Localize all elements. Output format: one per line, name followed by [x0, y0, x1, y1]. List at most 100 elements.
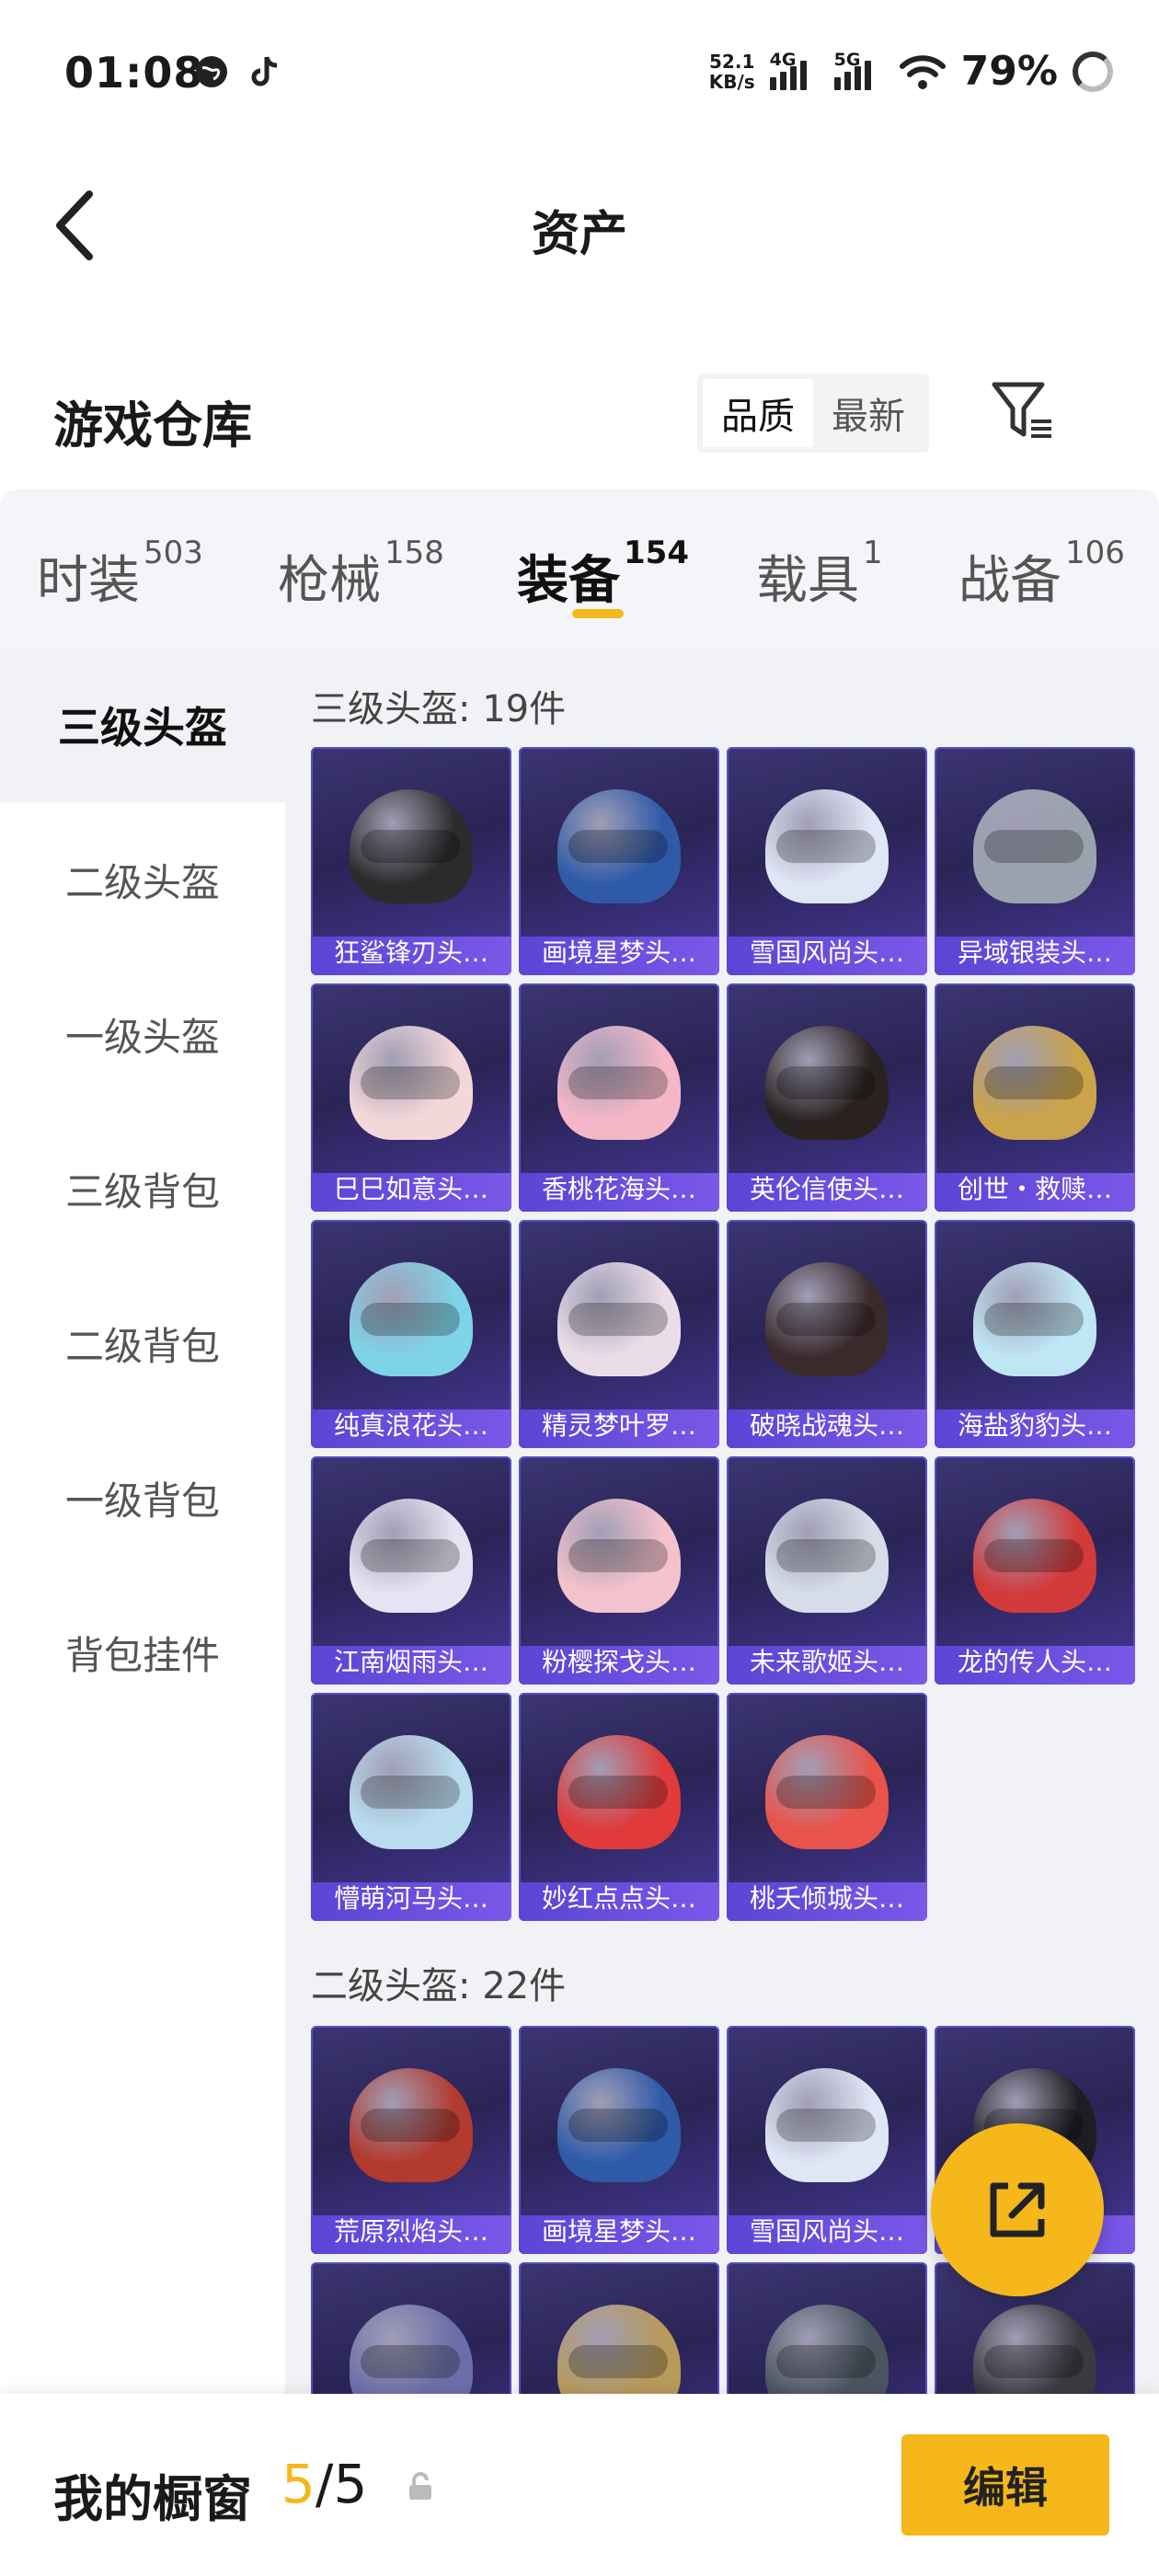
- lock-icon: [409, 2472, 431, 2500]
- tab-count: 154: [624, 535, 689, 572]
- net-speed: 52.1 KB/s: [709, 52, 755, 92]
- item-name: 香桃花海头…: [541, 1174, 696, 1204]
- item-card[interactable]: 画境星梦头…: [519, 747, 719, 975]
- edit-button[interactable]: 编辑: [901, 2434, 1109, 2536]
- category-tabs: 时装 503 枪械 158 装备 154 载具 1 战备 106: [0, 489, 1159, 648]
- item-name: 巳巳如意头…: [333, 1174, 488, 1204]
- item-name: 海盐豹豹头…: [957, 1410, 1112, 1441]
- helmet-image: [350, 1262, 473, 1376]
- section-title-level2-helmet: 二级头盔: 22件: [311, 1965, 567, 2007]
- item-card[interactable]: 巳巳如意头…: [311, 983, 511, 1212]
- tab-guns[interactable]: 枪械 158: [278, 535, 444, 614]
- helmet-visor: [361, 830, 460, 863]
- tab-count: 106: [1065, 535, 1125, 572]
- item-card[interactable]: 雪国风尚头…: [727, 747, 927, 975]
- item-card[interactable]: 未来歌姬头…: [727, 1456, 927, 1685]
- item-name: 异域银装头…: [957, 937, 1112, 968]
- section-title-level3-helmet: 三级头盔: 19件: [311, 688, 567, 730]
- item-card[interactable]: 桃夭倾城头…: [727, 1693, 927, 1921]
- helmet-visor: [361, 2345, 460, 2378]
- item-card[interactable]: 创世・救赎…: [935, 983, 1135, 1212]
- helmet-visor: [984, 1303, 1084, 1336]
- item-card[interactable]: 江南烟雨头…: [311, 1456, 511, 1685]
- sidebar-item-level1-helmet[interactable]: 一级头盔: [0, 957, 285, 1111]
- helmet-visor: [568, 1066, 668, 1099]
- tab-fashion[interactable]: 时装 503: [37, 535, 203, 614]
- helmet-image: [350, 2068, 473, 2182]
- item-card[interactable]: 破晓战魂头…: [727, 1220, 927, 1448]
- tab-vehicles[interactable]: 载具 1: [756, 535, 883, 614]
- tab-label: 时装: [37, 551, 140, 611]
- status-right-group: 52.1 KB/s 4G 5G 79%: [709, 48, 1113, 95]
- item-name: 破晓战魂头…: [749, 1410, 904, 1441]
- signal-5g-label: 5G: [833, 49, 861, 70]
- sidebar-item-level2-helmet[interactable]: 二级头盔: [0, 802, 285, 957]
- tab-label: 装备: [517, 551, 620, 611]
- item-card[interactable]: 龙的传人头…: [935, 1456, 1135, 1685]
- item-card[interactable]: 精灵梦叶罗…: [519, 1220, 719, 1448]
- filter-icon: [992, 382, 1051, 438]
- tiktok-icon: [251, 56, 278, 86]
- battery-icon: [1073, 51, 1113, 92]
- helmet-visor: [361, 2109, 460, 2142]
- filter-button[interactable]: [989, 379, 1055, 443]
- helmet-image: [765, 2068, 889, 2182]
- showcase-label: 我的橱窗: [53, 2470, 252, 2528]
- helmet-image: [350, 1026, 473, 1140]
- status-bar: 01:08 52.1 KB/s 4G 5G 79%: [0, 0, 1159, 147]
- item-name: 未来歌姬头…: [749, 1647, 904, 1677]
- helmet-image: [973, 1026, 1096, 1140]
- item-name: 画境星梦头…: [541, 937, 696, 968]
- item-card[interactable]: 纯真浪花头…: [311, 1220, 511, 1448]
- showcase-count: 5/5: [281, 2453, 368, 2515]
- helmet-visor: [776, 2109, 876, 2142]
- signal-5g-icon: 5G: [833, 49, 884, 90]
- helmet-image: [350, 1499, 473, 1613]
- tab-count: 158: [384, 535, 444, 572]
- helmet-image: [765, 1262, 889, 1376]
- item-card[interactable]: 海盐豹豹头…: [935, 1220, 1135, 1448]
- helmet-image: [557, 1735, 681, 1849]
- tab-equipment[interactable]: 装备 154: [517, 535, 689, 614]
- item-name: 桃夭倾城头…: [749, 1883, 904, 1914]
- item-card[interactable]: 画境星梦头…: [519, 2026, 719, 2254]
- helmet-visor: [568, 830, 668, 863]
- sidebar-item-level3-backpack[interactable]: 三级背包: [0, 1111, 285, 1266]
- helmet-visor: [776, 1303, 876, 1336]
- item-name: 纯真浪花头…: [333, 1410, 488, 1441]
- item-card[interactable]: 粉樱探戈头…: [519, 1456, 719, 1685]
- item-name: 妙红点点头…: [541, 1883, 696, 1914]
- share-fab-button[interactable]: [931, 2123, 1104, 2296]
- sidebar-item-level3-helmet[interactable]: 三级头盔: [0, 648, 285, 802]
- item-card[interactable]: 异域银装头…: [935, 747, 1135, 975]
- helmet-visor: [776, 1776, 876, 1809]
- item-card[interactable]: 懵萌河马头…: [311, 1693, 511, 1921]
- showcase-current: 5: [281, 2453, 316, 2515]
- helmet-image: [973, 1262, 1096, 1376]
- item-card[interactable]: 英伦信使头…: [727, 983, 927, 1212]
- wifi-icon: [899, 54, 946, 89]
- net-speed-value: 52.1: [709, 50, 755, 73]
- item-card[interactable]: 荒原烈焰头…: [311, 2026, 511, 2254]
- sidebar-item-backpack-charm[interactable]: 背包挂件: [0, 1575, 285, 1730]
- sort-option-newest[interactable]: 最新: [813, 379, 924, 447]
- helmet-visor: [984, 1066, 1084, 1099]
- item-name: 雪国风尚头…: [749, 937, 904, 968]
- item-card[interactable]: 狂鲨锋刃头…: [311, 747, 511, 975]
- item-card[interactable]: 雪国风尚头…: [727, 2026, 927, 2254]
- helmet-visor: [568, 2109, 668, 2142]
- helmet-visor: [361, 1066, 460, 1099]
- sidebar-item-level1-backpack[interactable]: 一级背包: [0, 1420, 285, 1575]
- helmet-image: [557, 1262, 681, 1376]
- item-name: 江南烟雨头…: [333, 1647, 488, 1677]
- item-card[interactable]: 香桃花海头…: [519, 983, 719, 1212]
- helmet-visor: [361, 1539, 460, 1572]
- tab-supplies[interactable]: 战备 106: [958, 535, 1125, 614]
- helmet-image: [557, 1499, 681, 1613]
- item-card[interactable]: 妙红点点头…: [519, 1693, 719, 1921]
- helmet-visor: [984, 2345, 1084, 2378]
- sidebar-item-level2-backpack[interactable]: 二级背包: [0, 1266, 285, 1420]
- helmet-image: [765, 1735, 889, 1849]
- warehouse-title: 游戏仓库: [53, 397, 252, 454]
- sort-option-quality[interactable]: 品质: [703, 379, 813, 447]
